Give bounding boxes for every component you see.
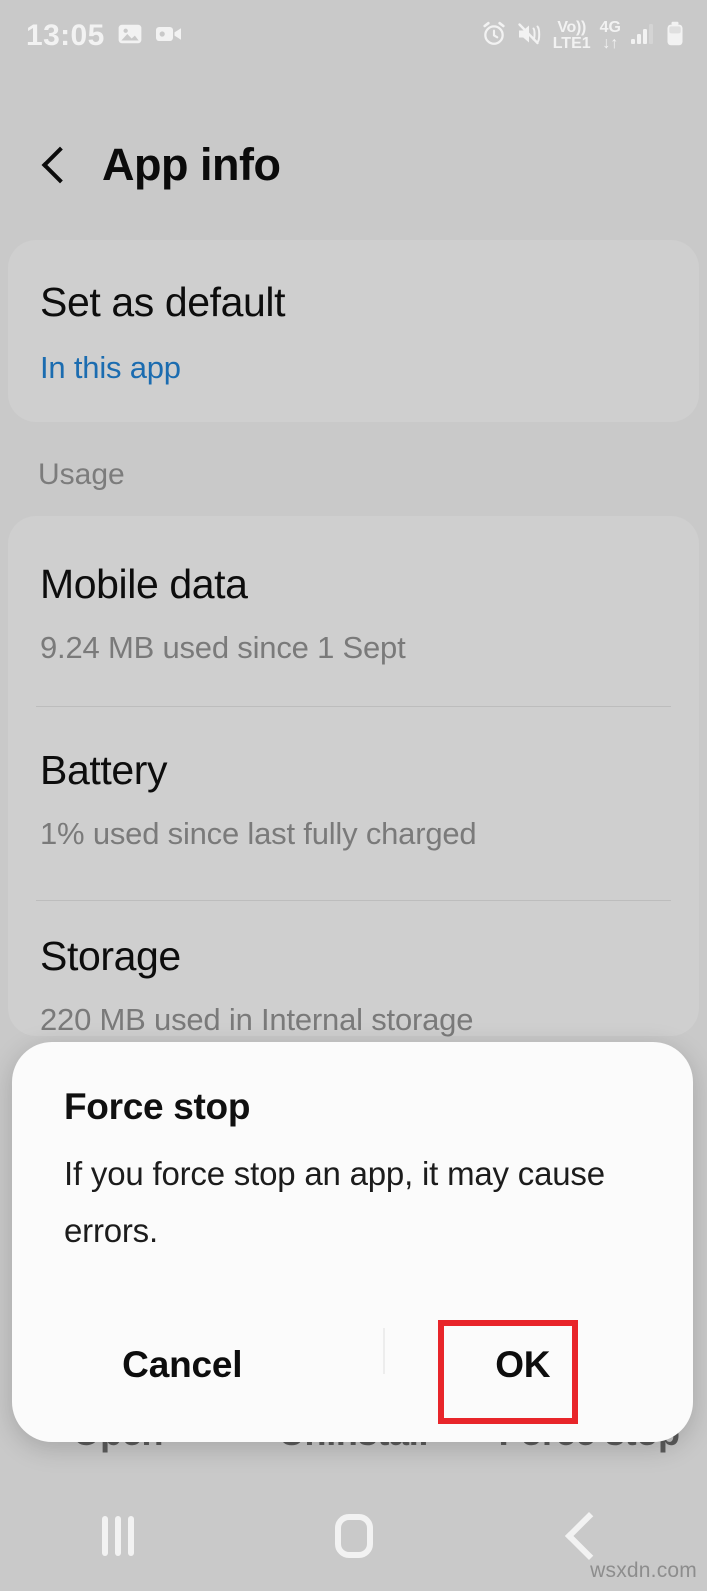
mobile-data-title[interactable]: Mobile data [40, 564, 248, 605]
set-as-default-subtitle[interactable]: In this app [40, 352, 181, 383]
ok-button-highlight [438, 1320, 578, 1424]
image-icon [117, 21, 143, 52]
status-bar-right: Vo)) LTE1 4G ↓↑ [481, 18, 685, 53]
network-arrows-label: ↓↑ [602, 35, 619, 52]
nav-back-icon [565, 1511, 614, 1560]
storage-title[interactable]: Storage [40, 936, 181, 977]
usage-section-label: Usage [38, 458, 125, 491]
battery-title[interactable]: Battery [40, 750, 167, 791]
force-stop-dialog: Force stop If you force stop an app, it … [12, 1042, 693, 1442]
phone-screen: 13:05 Vo)) LTE1 4G ↓↑ App info Set as de… [0, 0, 707, 1591]
row-divider [36, 706, 671, 707]
back-chevron-icon[interactable] [38, 142, 72, 188]
battery-icon [665, 21, 685, 52]
page-title: App info [102, 139, 281, 190]
recents-icon [101, 1515, 134, 1556]
set-as-default-title: Set as default [40, 279, 286, 325]
set-as-default-card[interactable]: Set as default In this app [8, 240, 699, 422]
status-bar-left: 13:05 [26, 21, 183, 52]
volte-line2: LTE1 [552, 35, 591, 52]
app-bar: App info [0, 110, 707, 220]
alarm-icon [481, 21, 507, 52]
battery-subtitle: 1% used since last fully charged [40, 816, 477, 851]
home-icon [334, 1513, 373, 1558]
mute-vibrate-icon [516, 21, 544, 52]
video-camera-icon [155, 22, 183, 51]
status-time: 13:05 [26, 19, 105, 52]
dialog-message: If you force stop an app, it may cause e… [64, 1155, 605, 1249]
status-bar: 13:05 Vo)) LTE1 4G ↓↑ [0, 0, 707, 72]
volte-icon: Vo)) LTE1 [552, 18, 591, 53]
usage-card: Mobile data 9.24 MB used since 1 Sept Ba… [8, 516, 699, 1036]
watermark: wsxdn.com [590, 1559, 697, 1582]
dialog-button-row: Cancel OK [12, 1310, 693, 1420]
volte-line1: Vo)) [557, 18, 587, 36]
dialog-title: Force stop [64, 1086, 251, 1127]
signal-icon [630, 22, 656, 51]
mobile-data-subtitle: 9.24 MB used since 1 Sept [40, 630, 406, 665]
network-type-label: 4G [599, 18, 621, 36]
dialog-cancel-button[interactable]: Cancel [12, 1344, 353, 1386]
mobile-data-icon: 4G ↓↑ [599, 18, 621, 53]
recents-button[interactable] [0, 1480, 236, 1591]
home-button[interactable] [236, 1480, 472, 1591]
row-divider [36, 900, 671, 901]
storage-subtitle: 220 MB used in Internal storage [40, 1002, 474, 1037]
